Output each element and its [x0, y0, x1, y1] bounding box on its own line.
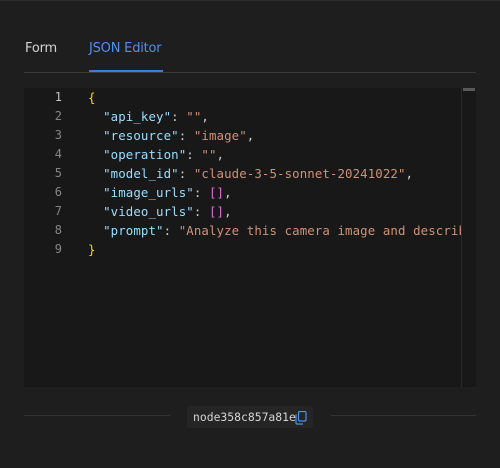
line-number: 9 — [54, 242, 62, 256]
code-token: "api_key" — [103, 109, 172, 124]
code-token: : — [171, 109, 187, 124]
editor-scrollbar[interactable] — [461, 88, 476, 387]
code-line[interactable]: "video_urls": [], — [88, 204, 232, 219]
line-number: 5 — [54, 166, 62, 180]
code-token: "image" — [193, 128, 247, 143]
code-token: : — [186, 147, 202, 162]
code-line[interactable]: "model_id": "claude-3-5-sonnet-20241022"… — [88, 166, 413, 181]
line-number: 7 — [54, 204, 62, 218]
tab-json-editor[interactable]: JSON Editor — [89, 41, 162, 56]
line-number: 4 — [54, 147, 62, 161]
code-token: : — [193, 185, 209, 200]
code-token: "" — [186, 109, 202, 124]
code-line[interactable]: "resource": "image", — [88, 128, 254, 143]
code-token: [] — [208, 185, 225, 200]
code-line[interactable]: } — [88, 242, 96, 257]
code-token: : — [178, 166, 194, 181]
code-line[interactable]: "image_urls": [], — [88, 185, 232, 200]
tab-bar: Form JSON Editor — [24, 27, 476, 73]
code-token: , — [201, 109, 209, 124]
active-tab-indicator — [89, 70, 163, 72]
code-token: "prompt" — [103, 223, 164, 238]
code-line[interactable]: "prompt": "Analyze this camera image and… — [88, 223, 466, 238]
line-number-gutter: 1 2 3 4 5 6 7 8 9 — [24, 88, 70, 387]
code-token: "claude-3-5-sonnet-20241022" — [193, 166, 406, 181]
code-token: } — [88, 242, 96, 257]
code-token: "video_urls" — [103, 204, 194, 219]
code-token: "" — [201, 147, 217, 162]
code-token: : — [193, 204, 209, 219]
code-token: , — [216, 147, 225, 162]
code-token: "resource" — [103, 128, 179, 143]
line-number: 2 — [54, 109, 62, 123]
code-token: "image_urls" — [103, 185, 194, 200]
node-config-panel: Form JSON Editor 1 2 3 4 5 6 7 8 9 { "api_key": … — [0, 1, 500, 468]
code-token: : — [178, 128, 194, 143]
line-number: 6 — [54, 185, 62, 199]
copy-icon[interactable] — [295, 410, 307, 425]
code-token: [] — [208, 204, 225, 219]
code-token: , — [405, 166, 414, 181]
code-token: , — [224, 204, 232, 219]
code-line[interactable]: { — [88, 90, 96, 105]
code-area[interactable]: { "api_key": "", "resource": "image", "o… — [88, 88, 468, 387]
code-token: "Analyze this camera image and describ — [178, 223, 467, 238]
json-code-editor[interactable]: 1 2 3 4 5 6 7 8 9 { "api_key": "", "resource": "… — [24, 88, 476, 387]
code-token: { — [88, 90, 96, 105]
code-line[interactable]: "api_key": "", — [88, 109, 209, 124]
footer-divider-left — [24, 415, 170, 416]
code-token: , — [246, 128, 255, 143]
code-line[interactable]: "operation": "", — [88, 147, 224, 162]
node-id-badge: node358c857a81e — [187, 406, 313, 428]
line-number: 8 — [54, 223, 62, 237]
line-number: 3 — [54, 128, 62, 142]
tab-form[interactable]: Form — [25, 41, 57, 56]
node-id-label: node358c857a81e — [193, 410, 296, 424]
code-token: : — [163, 223, 179, 238]
line-number: 1 — [54, 90, 62, 104]
scrollbar-thumb[interactable] — [463, 88, 475, 91]
footer-divider-right — [331, 415, 476, 416]
code-token: , — [224, 185, 232, 200]
code-token: "model_id" — [103, 166, 179, 181]
code-token: "operation" — [103, 147, 187, 162]
